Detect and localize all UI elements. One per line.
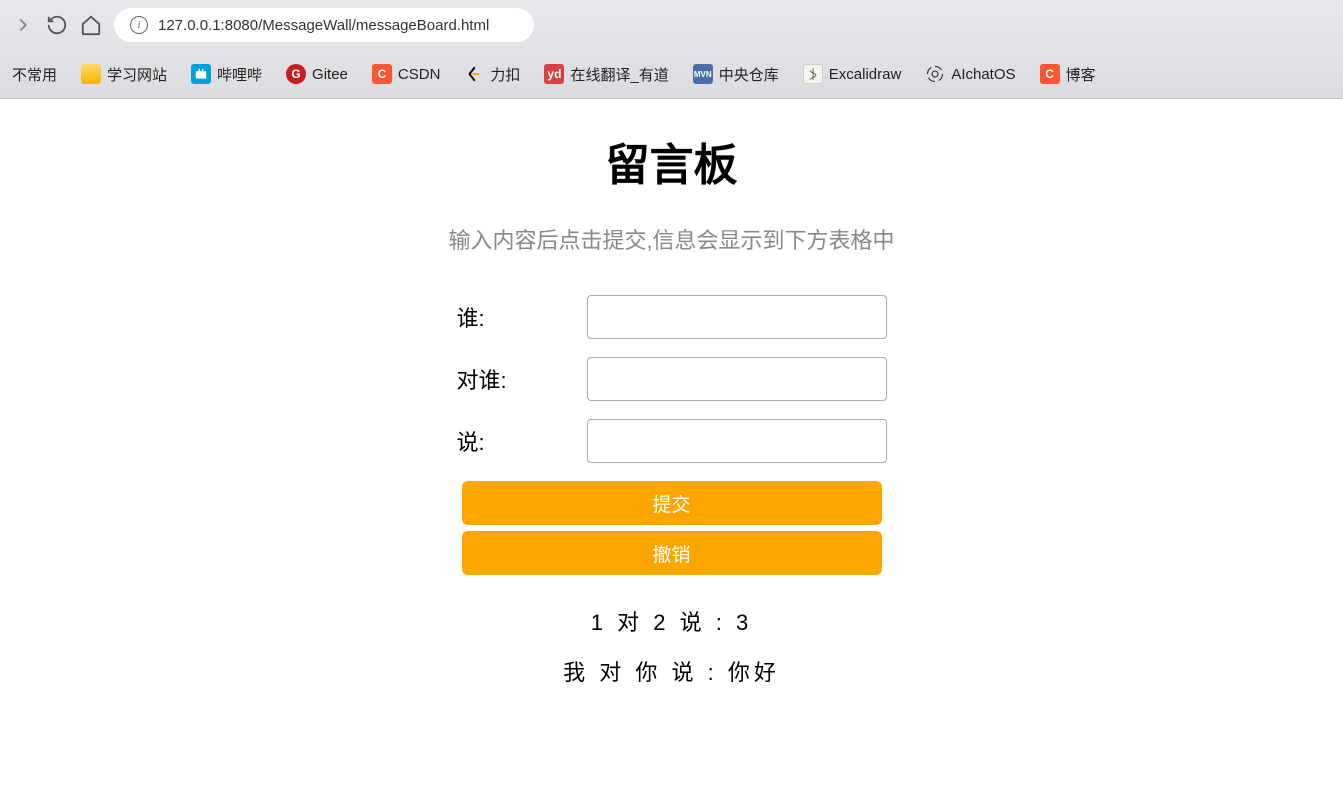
container: 留言板 输入内容后点击提交,信息会显示到下方表格中 谁: 对谁: 说: 提交 撤… bbox=[362, 129, 982, 687]
nav-bar: i 127.0.0.1:8080/MessageWall/messageBoar… bbox=[0, 0, 1343, 50]
csdn-icon: C bbox=[372, 64, 392, 84]
bookmark-aichatos[interactable]: AIchatOS bbox=[917, 60, 1023, 88]
folder-icon bbox=[81, 64, 101, 84]
say-input[interactable] bbox=[587, 419, 887, 463]
info-icon: i bbox=[130, 16, 148, 34]
bookmark-label: 哔哩哔 bbox=[217, 64, 262, 85]
bookmark-label: AIchatOS bbox=[951, 66, 1015, 83]
page-title: 留言板 bbox=[362, 129, 982, 193]
form-row-towho: 对谁: bbox=[362, 357, 982, 401]
bookmark-label: 中央仓库 bbox=[719, 64, 779, 85]
excalidraw-icon bbox=[803, 64, 823, 84]
bookmark-blog[interactable]: C 博客 bbox=[1032, 60, 1104, 89]
bookmark-study[interactable]: 学习网站 bbox=[73, 60, 175, 89]
reload-icon[interactable] bbox=[46, 14, 68, 36]
bookmark-gitee[interactable]: G Gitee bbox=[278, 60, 356, 88]
undo-button[interactable]: 撤销 bbox=[462, 531, 882, 575]
bookmark-label: 博客 bbox=[1066, 64, 1096, 85]
towho-input[interactable] bbox=[587, 357, 887, 401]
bookmark-label: 不常用 bbox=[12, 64, 57, 85]
home-icon[interactable] bbox=[80, 14, 102, 36]
submit-button[interactable]: 提交 bbox=[462, 481, 882, 525]
bookmark-leetcode[interactable]: 力扣 bbox=[456, 60, 528, 89]
form-row-who: 谁: bbox=[362, 295, 982, 339]
bookmark-label: CSDN bbox=[398, 66, 441, 83]
bookmark-bilibili[interactable]: 哔哩哔 bbox=[183, 60, 270, 89]
bookmark-maven[interactable]: MVN 中央仓库 bbox=[685, 60, 787, 89]
browser-chrome: i 127.0.0.1:8080/MessageWall/messageBoar… bbox=[0, 0, 1343, 99]
forward-icon[interactable] bbox=[12, 14, 34, 36]
bookmark-label: 力扣 bbox=[490, 64, 520, 85]
blog-icon: C bbox=[1040, 64, 1060, 84]
who-input[interactable] bbox=[587, 295, 887, 339]
who-label: 谁: bbox=[457, 301, 517, 333]
maven-icon: MVN bbox=[693, 64, 713, 84]
youdao-icon: yd bbox=[544, 64, 564, 84]
aichatos-icon bbox=[925, 64, 945, 84]
bookmark-label: Excalidraw bbox=[829, 66, 902, 83]
message-item: 我 对 你 说 : 你好 bbox=[362, 655, 982, 687]
message-item: 1 对 2 说 : 3 bbox=[362, 605, 982, 637]
bookmark-csdn[interactable]: C CSDN bbox=[364, 60, 449, 88]
address-bar[interactable]: i 127.0.0.1:8080/MessageWall/messageBoar… bbox=[114, 8, 534, 42]
url-text: 127.0.0.1:8080/MessageWall/messageBoard.… bbox=[158, 17, 489, 34]
leetcode-icon bbox=[464, 64, 484, 84]
messages-list: 1 对 2 说 : 3 我 对 你 说 : 你好 bbox=[362, 605, 982, 687]
say-label: 说: bbox=[457, 425, 517, 457]
subtitle: 输入内容后点击提交,信息会显示到下方表格中 bbox=[362, 223, 982, 255]
bookmark-youdao[interactable]: yd 在线翻译_有道 bbox=[536, 60, 676, 89]
form-row-say: 说: bbox=[362, 419, 982, 463]
bilibili-icon bbox=[191, 64, 211, 84]
bookmarks-bar: 不常用 学习网站 哔哩哔 G Gitee C CSDN 力扣 yd bbox=[0, 50, 1343, 98]
gitee-icon: G bbox=[286, 64, 306, 84]
bookmark-uncommon[interactable]: 不常用 bbox=[4, 60, 65, 89]
bookmark-label: Gitee bbox=[312, 66, 348, 83]
towho-label: 对谁: bbox=[457, 363, 517, 395]
bookmark-label: 学习网站 bbox=[107, 64, 167, 85]
bookmark-label: 在线翻译_有道 bbox=[570, 64, 668, 85]
page-content: 留言板 输入内容后点击提交,信息会显示到下方表格中 谁: 对谁: 说: 提交 撤… bbox=[0, 99, 1343, 687]
bookmark-excalidraw[interactable]: Excalidraw bbox=[795, 60, 910, 88]
